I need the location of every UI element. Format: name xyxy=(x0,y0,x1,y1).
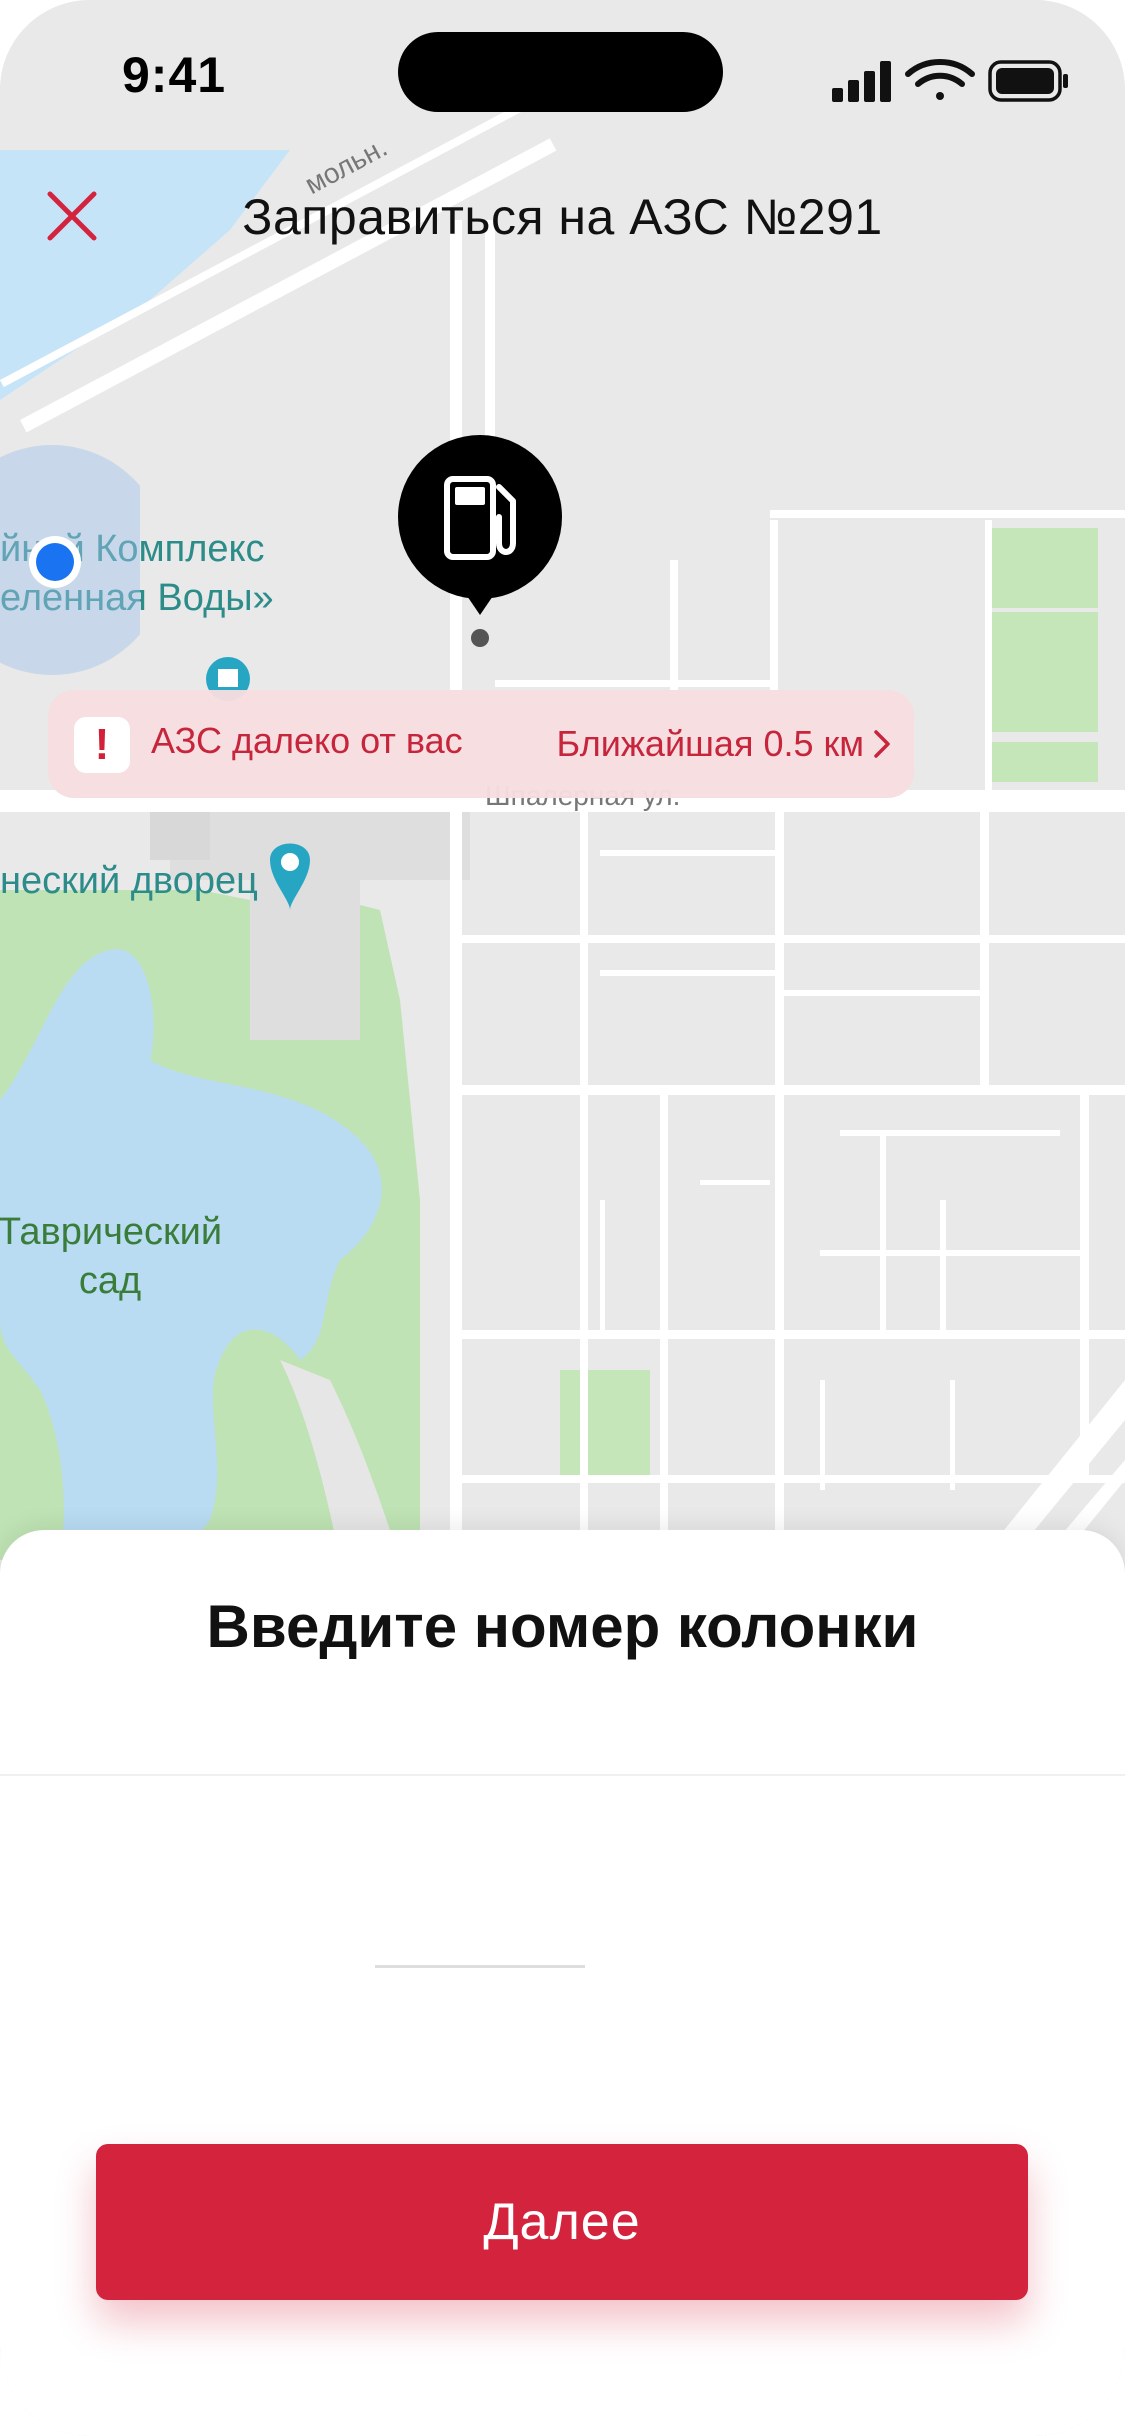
warning-icon: ! xyxy=(74,717,130,773)
pump-number-input-wrapper xyxy=(375,1800,585,1970)
status-bar: 9:41 xyxy=(0,0,1125,150)
wifi-icon xyxy=(905,59,975,100)
fuel-pump-icon xyxy=(398,435,562,647)
phone-screen: йний Комплекс еленная Воды» неский дворе… xyxy=(0,0,1125,2436)
pump-number-sheet: Введите номер колонки xyxy=(0,1530,1125,2436)
alert-message: АЗС далеко от вас xyxy=(151,720,463,761)
distance-alert-banner: ! АЗС далеко от вас Ближайшая 0.5 км xyxy=(48,690,914,798)
status-icons xyxy=(832,59,1068,102)
dynamic-island xyxy=(398,32,723,112)
nearest-station-label: Ближайшая 0.5 км xyxy=(556,723,865,764)
pump-number-input[interactable] xyxy=(375,1800,585,1968)
map-label-palace: неский дворец xyxy=(0,860,258,902)
map-label-garden: Таврический сад xyxy=(0,1211,223,1303)
sheet-divider xyxy=(0,1774,1125,1776)
battery-icon xyxy=(988,60,1068,102)
status-time: 9:41 xyxy=(122,47,227,103)
chevron-right-icon xyxy=(874,730,890,758)
nearest-station-link[interactable]: Ближайшая 0.5 км xyxy=(557,716,893,772)
user-location-marker xyxy=(0,440,140,690)
sheet-title: Введите номер колонки xyxy=(206,1593,919,1660)
page-title: Заправиться на АЗС №291 xyxy=(242,189,883,245)
header: Заправиться на АЗС №291 xyxy=(0,160,1125,270)
signal-icon xyxy=(832,61,891,102)
fuel-station-pin[interactable] xyxy=(395,435,565,650)
next-button[interactable]: Далее xyxy=(96,2144,1028,2300)
